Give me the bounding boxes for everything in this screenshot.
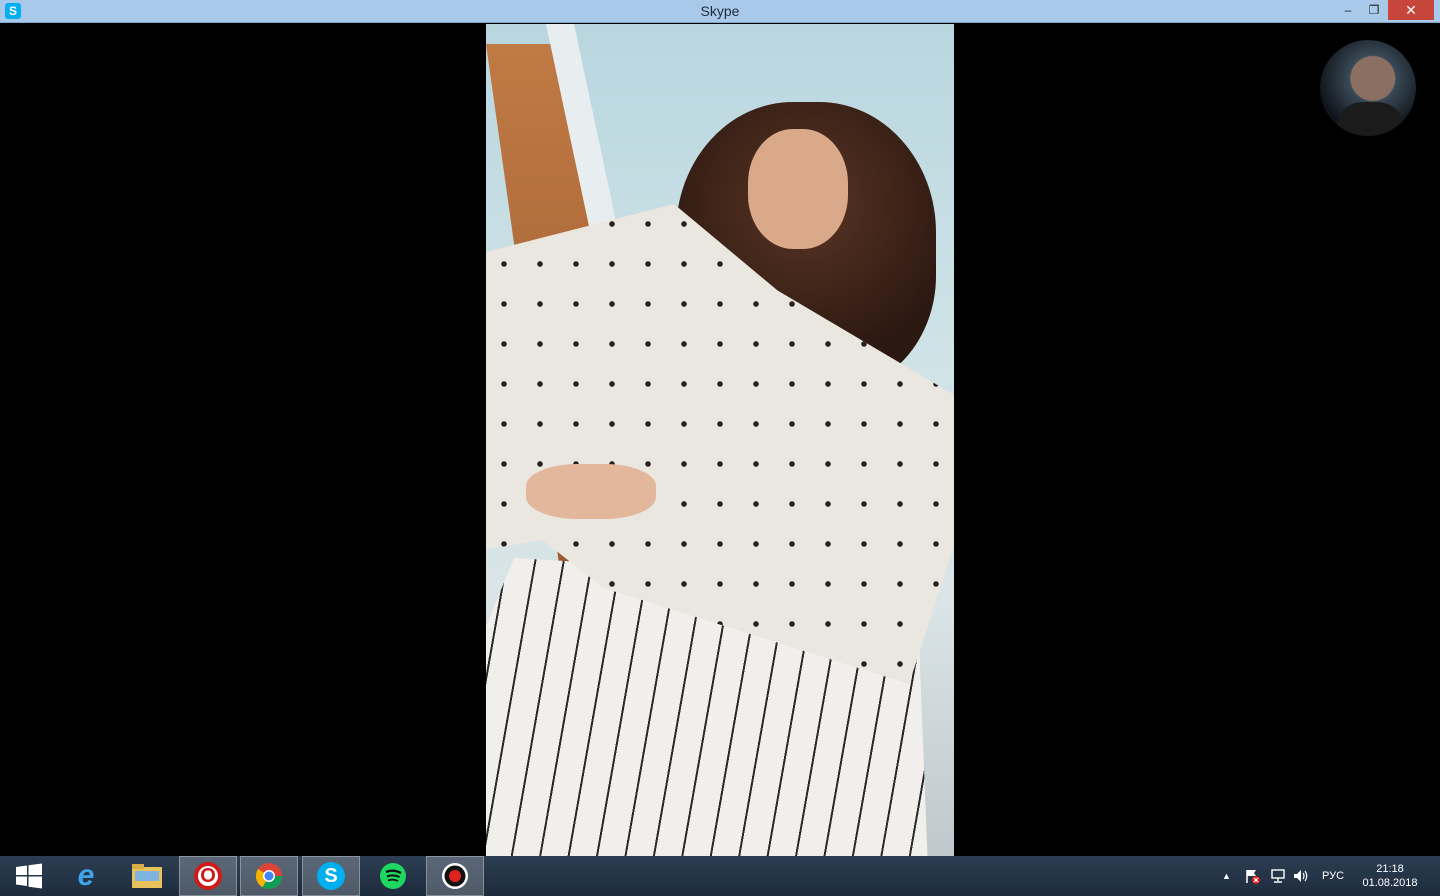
network-button[interactable] — [1270, 856, 1286, 896]
action-center-button[interactable] — [1244, 856, 1260, 896]
self-view-body — [1338, 102, 1402, 136]
taskbar-spotify[interactable] — [364, 856, 422, 896]
input-language-indicator[interactable]: РУС — [1322, 856, 1344, 896]
clock-time: 21:18 — [1376, 863, 1404, 875]
spotify-icon — [380, 863, 406, 889]
opera-icon: O — [194, 862, 222, 890]
taskbar-file-explorer[interactable] — [118, 856, 176, 896]
taskbar-internet-explorer[interactable]: e — [57, 856, 115, 896]
title-bar[interactable]: S Skype – ❐ ✕ — [0, 0, 1440, 23]
minimize-button[interactable]: – — [1334, 0, 1362, 20]
taskbar-chrome[interactable] — [240, 856, 298, 896]
flag-warning-icon — [1246, 870, 1260, 884]
video-person-face — [748, 129, 848, 249]
chrome-icon — [255, 863, 283, 890]
close-button[interactable]: ✕ — [1388, 0, 1434, 20]
window-title: Skype — [700, 3, 740, 19]
taskbar-opera[interactable]: O — [179, 856, 237, 896]
volume-button[interactable] — [1292, 856, 1310, 896]
taskbar-skype[interactable]: S — [302, 856, 360, 896]
chevron-up-icon: ▲ — [1222, 871, 1231, 881]
self-view-avatar[interactable] — [1320, 40, 1416, 136]
folder-icon — [132, 864, 162, 888]
windows-logo-icon — [16, 863, 42, 889]
skype-icon: S — [317, 862, 345, 890]
skype-window: S Skype – ❐ ✕ — [0, 0, 1440, 856]
ie-icon: e — [77, 859, 95, 892]
speaker-icon — [1294, 870, 1308, 882]
remote-video-feed — [486, 24, 954, 856]
taskbar-recorder[interactable] — [426, 856, 484, 896]
clock-date: 01.08.2018 — [1362, 877, 1418, 889]
record-icon — [442, 863, 468, 889]
start-button[interactable] — [0, 856, 58, 896]
network-icon — [1271, 869, 1285, 883]
clock[interactable]: 21:18 01.08.2018 — [1356, 856, 1424, 896]
restore-button[interactable]: ❐ — [1360, 0, 1388, 20]
show-hidden-icons-button[interactable]: ▲ — [1222, 856, 1231, 896]
video-person-hand — [526, 464, 656, 519]
